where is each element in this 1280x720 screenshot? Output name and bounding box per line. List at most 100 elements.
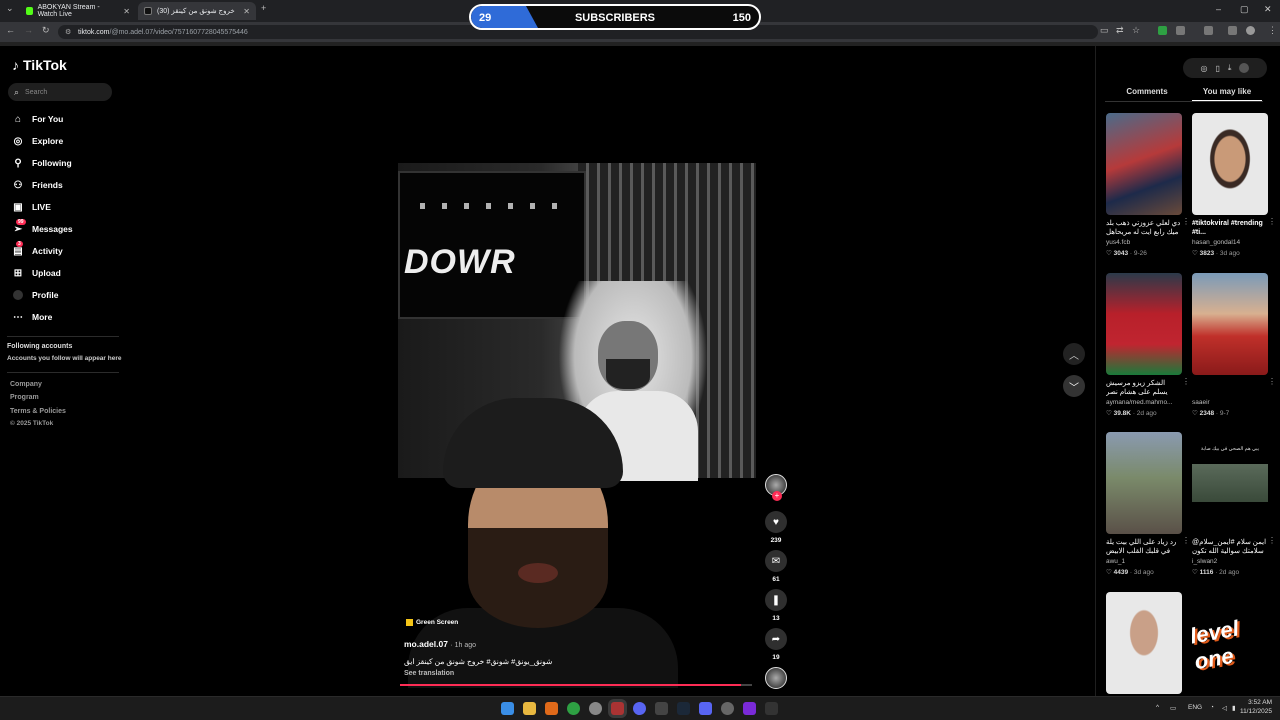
person-icon: ⚲ [14,157,22,169]
comment-icon[interactable]: ✉ [765,550,787,572]
footer-program[interactable]: Program [10,394,39,401]
app-icon[interactable] [611,702,624,715]
tab-tiktok[interactable]: خروج شونق من كينقز (30) ✕ [138,2,256,20]
sound-avatar[interactable] [764,667,788,689]
video-card[interactable]: دي لعلي عزوزتي ذهب بلد ميك رابع ايت له م… [1106,113,1190,257]
language-indicator[interactable]: ENG [1188,704,1202,711]
video-card[interactable]: level one [1192,592,1268,694]
tray-chevron-icon[interactable]: ^ [1156,704,1159,711]
nav-friends[interactable]: ⚇ Friends [12,179,63,191]
bookmark-icon[interactable]: ❚ [765,589,787,611]
nav-for-you[interactable]: ⌂ For You [12,113,63,125]
steam-icon[interactable] [677,702,690,715]
card-likes: 4439 [1113,569,1129,576]
maximize-icon[interactable]: ▢ [1240,4,1249,15]
minimize-icon[interactable]: – [1216,4,1221,14]
translate-icon[interactable]: ⇄ [1116,25,1124,36]
nav-following[interactable]: ⚲ Following [12,157,71,169]
app-icon[interactable] [743,702,756,715]
tab-comments[interactable]: Comments [1120,87,1174,96]
more-vertical-icon[interactable]: ⋮ [1268,536,1276,545]
effect-tag[interactable]: Green Screen [406,619,458,626]
more-vertical-icon[interactable]: ⋮ [1182,377,1190,386]
tab-abokyan[interactable]: ABOKYAN Stream - Watch Live ✕ [20,2,136,20]
app-icon[interactable] [545,702,558,715]
wifi-icon[interactable]: ◔ [1210,704,1214,711]
profile-avatar-icon[interactable] [1246,26,1255,35]
nav-live[interactable]: ▣ LIVE [12,201,51,213]
nav-profile[interactable]: Profile [12,289,58,301]
heart-icon[interactable]: ♥ [765,511,787,533]
video-card[interactable] [1106,592,1182,694]
back-icon[interactable]: ← [6,25,15,35]
next-video-button[interactable]: ﹀ [1063,375,1085,397]
file-explorer-icon[interactable] [523,702,536,715]
volume-icon[interactable]: ◁ [1222,704,1227,712]
more-vertical-icon[interactable]: ⋮ [1182,217,1190,226]
bookmark-star-icon[interactable]: ☆ [1132,25,1140,36]
footer-company[interactable]: Company [10,381,42,388]
close-icon[interactable]: ✕ [123,7,130,16]
compass-icon[interactable]: ◎ [1201,64,1208,73]
save-action[interactable]: ❚ 13 [764,589,788,622]
video-card[interactable]: #tiktokviral #trending #ti... hasan_gond… [1192,113,1276,257]
menu-icon[interactable]: ⋮ [1268,25,1277,36]
clock-date[interactable]: 11/12/2025 [1238,708,1272,715]
close-window-icon[interactable]: ✕ [1264,4,1272,15]
card-user: yus4.fcb [1106,239,1131,246]
site-info-icon[interactable]: ⚙ [65,28,71,36]
follow-plus-icon[interactable]: + [772,491,782,501]
extensions-puzzle-icon[interactable] [1176,26,1185,35]
extension-icon[interactable] [1204,26,1213,35]
close-icon[interactable]: ✕ [243,7,250,16]
app-icon[interactable] [721,702,734,715]
more-vertical-icon[interactable]: ⋮ [1268,217,1276,226]
comment-action[interactable]: ✉ 61 [764,550,788,583]
app-icon[interactable] [699,702,712,715]
clock-time[interactable]: 3:52 AM [1246,699,1272,706]
new-tab-icon[interactable]: + [261,3,266,13]
footer-terms[interactable]: Terms & Policies [10,408,66,415]
tray-app-icon[interactable]: ▭ [1170,704,1176,712]
video-card[interactable]: saaeir ♡ 2348 · 9-7 ⋮ [1192,273,1276,417]
extension-icon[interactable] [1228,26,1237,35]
app-icon[interactable] [589,702,602,715]
user-avatar[interactable] [1239,63,1250,73]
search-input[interactable]: ⌕ Search [8,83,112,101]
previous-video-button[interactable]: ︿ [1063,343,1085,365]
nav-messages[interactable]: ➢ 99 Messages [12,219,73,235]
video-card[interactable]: يبي هم الصحي في بيك صابة ايمن سلام #ايمن… [1192,432,1276,576]
nav-activity[interactable]: ▤ 3 Activity [12,241,63,257]
discord-icon[interactable] [633,702,646,715]
nav-more[interactable]: ⋯ More [12,311,52,323]
tiktok-logo[interactable]: ♪ TikTok [12,57,67,73]
see-translation-link[interactable]: See translation [404,670,454,677]
extension-icon[interactable] [1158,26,1167,35]
chrome-icon[interactable] [567,702,580,715]
video-progress-bar[interactable] [400,684,752,686]
more-vertical-icon[interactable]: ⋮ [1182,536,1190,545]
windows-start-icon[interactable] [501,702,514,715]
share-icon[interactable]: ➦ [765,628,787,650]
video-card[interactable]: رد زياد على اللي بيت يلة في قلبك القلب ا… [1106,432,1190,576]
nav-upload[interactable]: ⊞ Upload [12,267,61,279]
app-icon[interactable] [765,702,778,715]
forward-icon[interactable]: → [24,25,33,35]
share-action[interactable]: ➦ 19 [764,628,788,661]
reload-icon[interactable]: ↻ [42,25,50,36]
tab-search-icon[interactable]: ⌄ [6,3,14,14]
video-author[interactable]: mo.adel.07 · 1h ago [404,639,476,649]
app-icon[interactable] [655,702,668,715]
more-vertical-icon[interactable]: ⋮ [1268,377,1276,386]
battery-icon[interactable]: ▮ [1232,704,1236,712]
video-player[interactable]: DOWR Green Screen mo.adel.07 · 1h ago شو… [398,163,756,688]
nav-explore[interactable]: ◎ Explore [12,135,64,147]
tab-you-may-like[interactable]: You may like [1192,87,1262,102]
install-icon[interactable]: ▭ [1100,25,1109,36]
author-avatar-follow[interactable]: + [764,474,788,501]
phone-icon[interactable]: ▯ [1216,64,1220,73]
ceiling-lights [420,203,570,209]
video-card[interactable]: الشكر زيزو مرسيش يسلم على هشام نصر وداع … [1106,273,1190,417]
like-action[interactable]: ♥ 239 [764,511,788,544]
download-icon[interactable]: ⤓ [1228,63,1232,73]
